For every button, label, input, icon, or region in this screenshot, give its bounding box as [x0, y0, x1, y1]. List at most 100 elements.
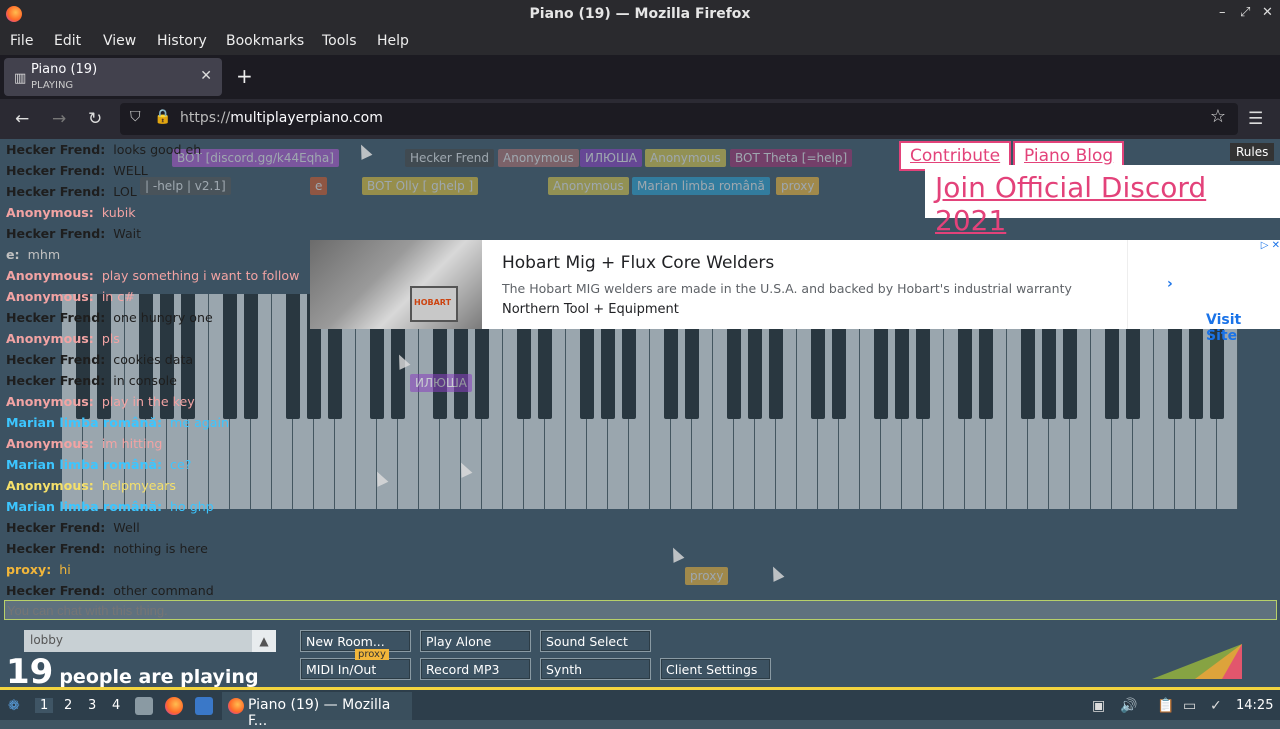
chat-text: Wait [113, 226, 142, 241]
cursor-icon [355, 142, 373, 160]
chat-text: nothing is here [113, 541, 208, 556]
taskbar-window-label: Piano (19) — Mozilla F... [248, 697, 391, 729]
terminal-icon[interactable] [195, 697, 213, 715]
lock-icon[interactable]: 🔒 [154, 109, 171, 125]
chat-author[interactable]: Hecker Frend: [6, 373, 105, 388]
user-tag: Marian limba română [632, 177, 770, 195]
chat-author[interactable]: Hecker Frend: [6, 583, 105, 598]
menu-edit[interactable]: Edit [54, 33, 81, 49]
volume-icon[interactable]: 🔊 [1120, 698, 1137, 714]
back-icon[interactable]: ← [15, 109, 29, 129]
chat-author[interactable]: Hecker Frend: [6, 226, 105, 241]
chat-text: pls [101, 331, 120, 346]
menu-file[interactable]: File [10, 33, 33, 49]
rules-button[interactable]: Rules [1230, 143, 1275, 161]
ad-headline[interactable]: Hobart Mig + Flux Core Welders [502, 253, 774, 273]
chat-author[interactable]: Hecker Frend: [6, 310, 105, 325]
chat-input[interactable] [4, 600, 1277, 620]
chat-author[interactable]: Anonymous: [6, 331, 94, 346]
ad-advertiser: Northern Tool + Equipment [502, 302, 679, 317]
ad-image-brand: HOBART [414, 298, 452, 307]
chat-text: WELL [113, 163, 148, 178]
chat-author[interactable]: e: [6, 247, 20, 262]
midi-button[interactable]: MIDI In/Out [300, 658, 411, 680]
chat-author[interactable]: Marian limba română: [6, 457, 162, 472]
window-title: Piano (19) — Mozilla Firefox [529, 6, 751, 22]
record-mp3-button[interactable]: Record MP3 [420, 658, 531, 680]
start-menu-icon[interactable]: ❁ [8, 698, 20, 714]
room-selector[interactable]: lobby ▲ [24, 630, 276, 652]
client-settings-button[interactable]: Client Settings [660, 658, 771, 680]
chat-author[interactable]: Hecker Frend: [6, 184, 105, 199]
close-icon[interactable]: ✕ [1262, 5, 1273, 20]
welder-image: HOBART [410, 286, 458, 322]
display-icon[interactable]: ▭ [1183, 698, 1196, 714]
files-icon[interactable] [135, 697, 153, 715]
chat-text: im hitting [101, 436, 163, 451]
chat-message: Anonymous: im hitting [6, 433, 336, 454]
tab-piano[interactable]: ▥ Piano (19) PLAYING ✕ [4, 58, 222, 96]
firefox-launcher-icon[interactable] [165, 697, 183, 715]
tray-app-icon[interactable]: ▣ [1092, 698, 1105, 714]
play-alone-button[interactable]: Play Alone [420, 630, 531, 652]
advertisement[interactable]: HOBART Hobart Mig + Flux Core Welders Th… [310, 240, 1280, 344]
user-tag: BOT Theta [=help] [730, 149, 853, 167]
chat-author[interactable]: Anonymous: [6, 268, 94, 283]
chat-message: Hecker Frend: LOL [6, 181, 336, 202]
chat-text: LOL [113, 184, 137, 199]
menu-tools[interactable]: Tools [322, 33, 357, 49]
chat-author[interactable]: Marian limba română: [6, 415, 162, 430]
user-tag: BOT Olly [ ghelp ] [362, 177, 479, 195]
notification-icon[interactable]: ✓ [1210, 698, 1222, 714]
chat-author[interactable]: Anonymous: [6, 478, 94, 493]
maximize-icon[interactable]: ⤢ [1240, 5, 1250, 20]
user-tag: proxy [776, 177, 820, 195]
ad-close-icon[interactable]: ▷ ✕ [1250, 240, 1280, 254]
reload-icon[interactable]: ↻ [88, 109, 102, 129]
chat-author[interactable]: Hecker Frend: [6, 163, 105, 178]
chat-text: other command [113, 583, 214, 598]
chat-author[interactable]: proxy: [6, 562, 51, 577]
taskbar-window-firefox[interactable]: Piano (19) — Mozilla F... [222, 692, 412, 729]
menu-history[interactable]: History [157, 33, 207, 49]
chat-author[interactable]: Anonymous: [6, 205, 94, 220]
chat-author[interactable]: Hecker Frend: [6, 142, 105, 157]
chat-author[interactable]: Anonymous: [6, 436, 94, 451]
menu-help[interactable]: Help [377, 33, 409, 49]
chevron-up-icon[interactable]: ▲ [252, 630, 276, 652]
minimize-icon[interactable]: – [1219, 5, 1226, 20]
forward-icon[interactable]: → [52, 109, 66, 129]
volume-slider[interactable] [1150, 639, 1245, 684]
workspace-2[interactable]: 2 [64, 698, 72, 713]
workspace-1[interactable]: 1 [35, 698, 54, 713]
chat-author[interactable]: Hecker Frend: [6, 352, 105, 367]
chat-message: Hecker Frend: in console [6, 370, 336, 391]
synth-button[interactable]: Synth [540, 658, 651, 680]
shield-icon[interactable]: ⛉ [130, 109, 141, 125]
menu-view[interactable]: View [103, 33, 136, 49]
bookmark-star-icon[interactable]: ☆ [1210, 106, 1226, 127]
sound-select-button[interactable]: Sound Select [540, 630, 651, 652]
chat-author[interactable]: Anonymous: [6, 394, 94, 409]
cursor-icon [667, 545, 685, 563]
clipboard-icon[interactable]: 📋 [1157, 698, 1174, 714]
chat-text: helpmyears [101, 478, 176, 493]
workspace-3[interactable]: 3 [88, 698, 96, 713]
page-content: BOT [discord.gg/k44Eqha] Hecker Frend An… [0, 139, 1280, 687]
workspace-4[interactable]: 4 [112, 698, 120, 713]
chat-author[interactable]: Hecker Frend: [6, 520, 105, 535]
tab-close-icon[interactable]: ✕ [200, 68, 212, 84]
user-tag: ИЛЮША [580, 149, 642, 167]
discord-link[interactable]: Join Official Discord 2021 [925, 165, 1280, 237]
new-tab-icon[interactable]: + [236, 64, 253, 88]
chat-author[interactable]: Anonymous: [6, 289, 94, 304]
chat-message: Anonymous: kubik [6, 202, 336, 223]
chat-author[interactable]: Marian limba română: [6, 499, 162, 514]
url-bar[interactable]: ⛉ 🔒 https://multiplayerpiano.com ☆ [120, 103, 1238, 135]
url-text[interactable]: https://multiplayerpiano.com [180, 110, 383, 126]
chat-text: cookies data [113, 352, 194, 367]
chat-author[interactable]: Hecker Frend: [6, 541, 105, 556]
menu-bookmarks[interactable]: Bookmarks [226, 33, 304, 49]
ad-image[interactable]: HOBART [310, 240, 482, 329]
hamburger-menu-icon[interactable]: ☰ [1248, 109, 1263, 129]
